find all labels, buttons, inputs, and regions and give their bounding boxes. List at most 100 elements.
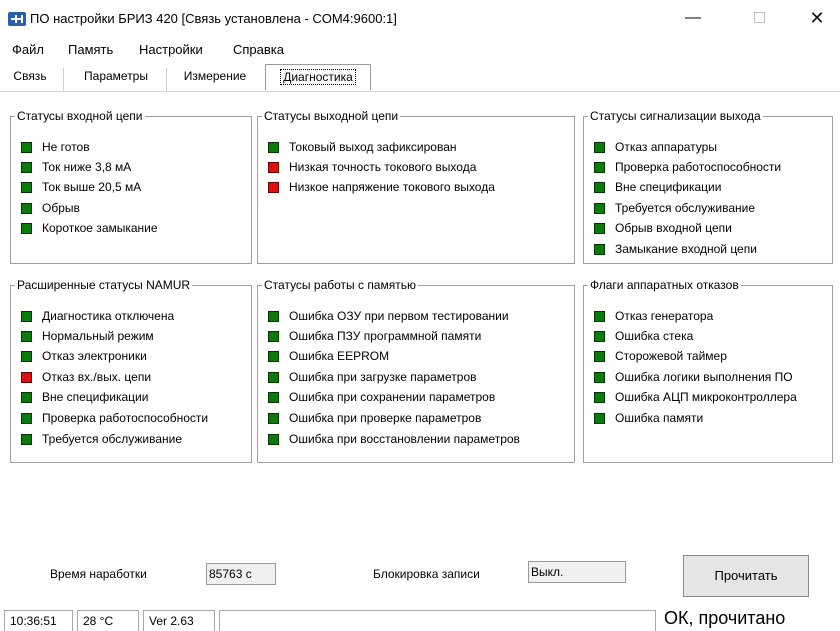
tab-diagnostics[interactable]: Диагностика [265,64,371,90]
status-led-icon [268,311,279,322]
tab-connection[interactable]: Связь [7,64,53,90]
status-led-icon [268,162,279,173]
runtime-field: 85763 с [206,563,276,585]
status-label: Отказ генератора [615,309,714,323]
status-label: Проверка работоспособности [615,160,782,174]
tab-separator [166,68,167,92]
status-led-icon [594,331,605,342]
status-label: Обрыв входной цепи [615,221,732,235]
status-label: Отказ электроники [42,349,147,363]
status-led-icon [594,142,605,153]
tab-measurement[interactable]: Измерение [172,64,258,90]
status-label: Требуется обслуживание [615,201,756,215]
status-led-icon [268,351,279,362]
status-led-icon [594,223,605,234]
status-led-icon [268,142,279,153]
status-led-icon [268,182,279,193]
status-label: Ошибка при восстановлении параметров [289,432,520,446]
status-time: 10:36:51 [4,610,73,631]
tab-bar: Связь Параметры Измерение Диагностика [0,60,840,92]
status-label: Ошибка АЦП микроконтроллера [615,390,797,404]
panel-memory-status: Статусы работы с памятью Ошибка ОЗУ при … [257,278,575,463]
runtime-label: Время наработки [50,567,147,581]
panel-title: Расширенные статусы NAMUR [15,278,193,292]
status-led-icon [594,372,605,383]
panel-title: Флаги аппаратных отказов [588,278,741,292]
status-label: Ток ниже 3,8 мА [42,160,132,174]
status-led-icon [268,392,279,403]
status-label: Ошибка стека [615,329,694,343]
status-led-icon [21,331,32,342]
status-temperature: 28 °C [77,610,139,631]
status-label: Проверка работоспособности [42,411,209,425]
status-version: Ver 2.63 [143,610,215,631]
app-network-icon [8,12,26,26]
status-led-icon [268,331,279,342]
status-led-icon [594,162,605,173]
status-led-icon [21,223,32,234]
status-label: Ошибка ОЗУ при первом тестировании [289,309,509,323]
status-progress [219,610,656,631]
status-led-icon [21,413,32,424]
status-led-icon [594,311,605,322]
status-label: Низкая точность токового выхода [289,160,477,174]
status-led-icon [594,182,605,193]
status-label: Ошибка памяти [615,411,704,425]
status-label: Короткое замыкание [42,221,158,235]
read-button[interactable]: Прочитать [683,555,809,597]
panel-hw-flags: Флаги аппаратных отказов Отказ генератор… [583,278,833,463]
status-label: Нормальный режим [42,329,154,343]
menu-settings[interactable]: Настройки [139,42,203,57]
status-label: Ошибка EEPROM [289,349,390,363]
menu-help[interactable]: Справка [233,42,284,57]
status-led-icon [21,392,32,403]
status-led-icon [594,203,605,214]
panel-output-status: Статусы выходной цепи Токовый выход зафи… [257,109,575,264]
status-led-icon [21,351,32,362]
status-led-icon [21,162,32,173]
status-led-icon [21,142,32,153]
status-label: Требуется обслуживание [42,432,183,446]
menu-bar: Файл Память Настройки Справка [0,40,840,60]
status-label: Диагностика отключена [42,309,175,323]
status-message: ОК, прочитано [664,608,786,628]
status-label: Ошибка ПЗУ программной памяти [289,329,482,343]
close-button[interactable]: ✕ [794,0,840,36]
menu-memory[interactable]: Память [68,42,113,57]
status-label: Ток выше 20,5 мА [42,180,142,194]
panel-title: Статусы выходной цепи [262,109,401,123]
panel-input-status: Статусы входной цепи Не готов Ток ниже 3… [10,109,252,264]
status-led-icon [268,413,279,424]
tab-separator [63,68,64,92]
tab-parameters[interactable]: Параметры [70,64,162,90]
panel-title: Статусы сигнализации выхода [588,109,763,123]
maximize-icon [753,12,765,24]
status-led-icon [21,372,32,383]
status-label: Ошибка при сохранении параметров [289,390,496,404]
maximize-button[interactable] [736,0,782,36]
status-label: Сторожевой таймер [615,349,727,363]
minimize-button[interactable]: — [670,0,716,36]
menu-file[interactable]: Файл [12,42,44,57]
tab-diagnostics-label: Диагностика [280,69,356,85]
status-label: Ошибка при загрузке параметров [289,370,477,384]
status-label: Вне спецификации [42,390,149,404]
status-label: Отказ вх./вых. цепи [42,370,152,384]
status-led-icon [21,182,32,193]
write-lock-label: Блокировка записи [373,567,480,581]
status-label: Токовый выход зафиксирован [289,140,457,154]
status-label: Низкое напряжение токового выхода [289,180,495,194]
status-led-icon [21,434,32,445]
tab-divider [0,91,840,92]
write-lock-field: Выкл. [528,561,626,583]
status-label: Вне спецификации [615,180,722,194]
status-led-icon [594,392,605,403]
panel-namur-status: Расширенные статусы NAMUR Диагностика от… [10,278,252,463]
status-led-icon [21,203,32,214]
window-title: ПО настройки БРИЗ 420 [Связь установлена… [30,11,397,26]
panel-alarm-status: Статусы сигнализации выхода Отказ аппара… [583,109,833,264]
status-led-icon [594,351,605,362]
status-label: Отказ аппаратуры [615,140,717,154]
status-label: Ошибка логики выполнения ПО [615,370,793,384]
panel-title: Статусы работы с памятью [262,278,418,292]
